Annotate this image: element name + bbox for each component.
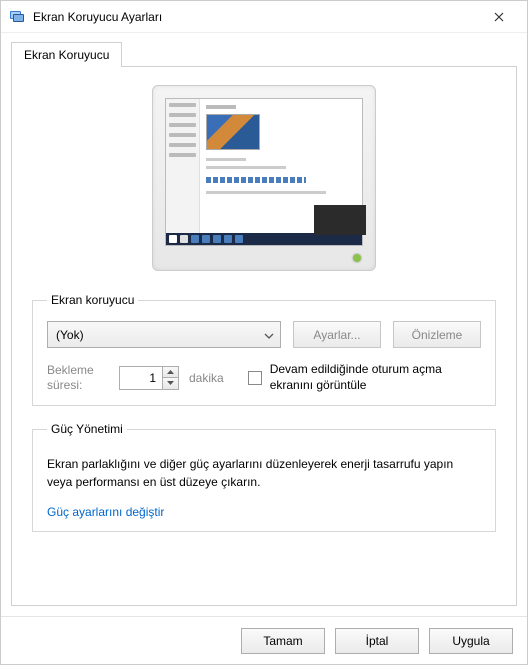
power-settings-link[interactable]: Güç ayarlarını değiştir: [47, 505, 164, 519]
spinner-up[interactable]: [163, 367, 178, 379]
preview-content: [200, 99, 362, 233]
monitor-preview: [32, 85, 496, 271]
wait-spinner[interactable]: [119, 366, 179, 390]
resume-checkbox-label: Devam edildiğinde oturum açma ekranını g…: [270, 362, 481, 393]
close-button[interactable]: [479, 3, 519, 31]
tab-screensaver[interactable]: Ekran Koruyucu: [11, 42, 122, 67]
caret-down-icon: [167, 381, 174, 385]
wait-unit: dakika: [189, 371, 224, 385]
titlebar: Ekran Koruyucu Ayarları: [1, 1, 527, 33]
tab-strip: Ekran Koruyucu: [1, 33, 527, 66]
dialog-window: Ekran Koruyucu Ayarları Ekran Koruyucu: [0, 0, 528, 665]
screensaver-group: Ekran koruyucu (Yok) Ayarlar... Önizleme…: [32, 293, 496, 406]
resume-checkbox[interactable]: [248, 371, 262, 385]
cancel-button[interactable]: İptal: [335, 628, 419, 654]
spinner-down[interactable]: [163, 378, 178, 389]
window-title: Ekran Koruyucu Ayarları: [33, 10, 479, 24]
power-group: Güç Yönetimi Ekran parlaklığını ve diğer…: [32, 422, 496, 532]
screensaver-select[interactable]: (Yok): [47, 321, 281, 348]
dialog-footer: Tamam İptal Uygula: [1, 616, 527, 664]
preview-button[interactable]: Önizleme: [393, 321, 481, 348]
caret-up-icon: [167, 370, 174, 374]
chevron-down-icon: [264, 328, 274, 342]
screensaver-select-value: (Yok): [56, 328, 84, 342]
screensaver-legend: Ekran koruyucu: [47, 293, 138, 307]
monitor-screen: [165, 98, 363, 246]
power-legend: Güç Yönetimi: [47, 422, 127, 436]
wait-input[interactable]: [120, 367, 162, 389]
settings-button[interactable]: Ayarlar...: [293, 321, 381, 348]
power-description: Ekran parlaklığını ve diğer güç ayarları…: [47, 456, 481, 491]
close-icon: [494, 12, 504, 22]
preview-sidebar: [166, 99, 200, 233]
tab-panel: Ekran koruyucu (Yok) Ayarlar... Önizleme…: [11, 66, 517, 606]
app-icon: [9, 9, 25, 25]
wait-label: Bekleme süresi:: [47, 363, 109, 393]
ok-button[interactable]: Tamam: [241, 628, 325, 654]
monitor-frame: [152, 85, 376, 271]
apply-button[interactable]: Uygula: [429, 628, 513, 654]
